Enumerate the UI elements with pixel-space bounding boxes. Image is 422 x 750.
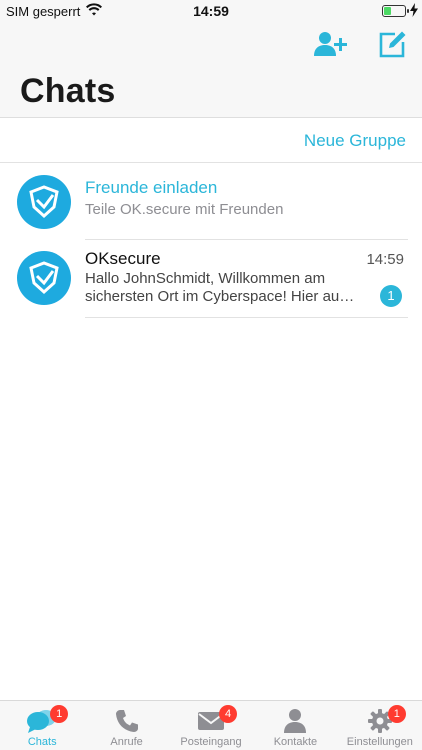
chat-preview: Hallo JohnSchmidt, Willkommen am sichers… (85, 270, 377, 306)
invite-subtitle: Teile OK.secure mit Freunden (85, 201, 284, 218)
chat-preview-line-1: Hallo JohnSchmidt, Willkommen am (85, 270, 326, 287)
status-time: 14:59 (193, 3, 229, 19)
new-group-row: Neue Gruppe (0, 119, 422, 163)
nav-header: Chats (0, 22, 422, 118)
charging-bolt-icon (410, 3, 418, 17)
invite-friends-row[interactable]: Freunde einladen Teile OK.secure mit Fre… (0, 164, 422, 240)
tab-badge: 1 (387, 705, 406, 723)
battery-icon (382, 5, 409, 17)
phone-icon (112, 708, 142, 734)
battery-level (384, 7, 391, 15)
tab-label: Kontakte (273, 736, 318, 748)
tab-badge: 4 (219, 705, 238, 723)
tab-label: Anrufe (110, 736, 143, 748)
okse-logo-avatar (17, 175, 71, 229)
tab-label: Einstellungen (346, 736, 413, 748)
chat-preview-line-2: sichersten Ort im Cyberspace! Hier au… (85, 288, 355, 305)
tab-calls[interactable]: Anrufe (84, 701, 168, 750)
tab-inbox[interactable]: Posteingang 4 (169, 701, 253, 750)
new-group-button[interactable]: Neue Gruppe (304, 131, 406, 151)
tab-contacts[interactable]: Kontakte (253, 701, 337, 750)
tab-chats[interactable]: Chats 1 (0, 701, 84, 750)
tab-label: Chats (27, 736, 57, 748)
add-contact-icon[interactable] (313, 30, 349, 58)
shield-check-icon (29, 261, 59, 295)
tab-label: Posteingang (180, 736, 242, 748)
row-divider (85, 317, 408, 318)
tab-settings[interactable]: Einstellungen 1 (338, 701, 422, 750)
chat-avatar (17, 251, 71, 305)
shield-check-icon (29, 185, 59, 219)
status-bar: SIM gesperrt 14:59 (0, 0, 422, 22)
tab-badge: 1 (50, 705, 69, 723)
tab-bar: Chats 1 Anrufe Posteingang 4 Kontakte Ei… (0, 700, 422, 750)
person-icon (280, 708, 310, 734)
compose-icon[interactable] (375, 30, 411, 58)
chat-row-oksecure[interactable]: OKsecure 14:59 Hallo JohnSchmidt, Willko… (0, 240, 422, 318)
chat-name: OKsecure (85, 249, 161, 268)
chat-time: 14:59 (366, 251, 404, 268)
unread-badge: 1 (380, 285, 402, 307)
invite-title: Freunde einladen (85, 178, 218, 197)
page-title: Chats (20, 72, 116, 110)
